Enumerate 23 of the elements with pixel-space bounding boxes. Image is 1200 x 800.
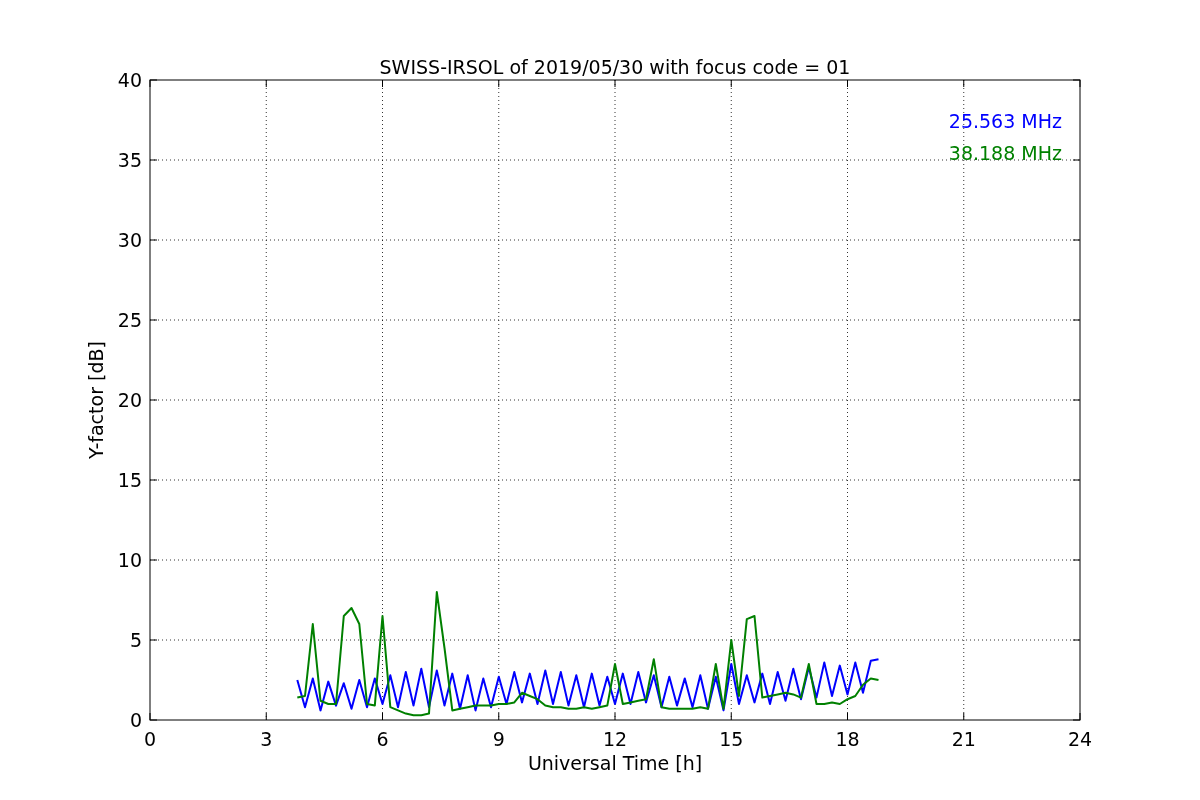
y-tick-label: 35 [117, 149, 142, 171]
y-tick-label: 15 [117, 469, 142, 491]
y-tick-label: 40 [117, 69, 142, 91]
y-tick-label: 30 [117, 229, 142, 251]
x-tick-label: 18 [835, 728, 860, 750]
legend-label: 25.563 MHz [948, 110, 1062, 132]
x-tick-label: 21 [951, 728, 976, 750]
x-tick-label: 0 [143, 728, 157, 750]
y-axis-label: Y-factor [dB] [85, 341, 107, 459]
x-tick-label: 3 [260, 728, 273, 750]
chart-title: SWISS-IRSOL of 2019/05/30 with focus code = 01 [379, 56, 851, 78]
x-tick-label: 15 [719, 728, 744, 750]
y-tick-label: 0 [129, 709, 142, 731]
x-tick-label: 24 [1067, 728, 1093, 750]
y-tick-label: 10 [117, 549, 142, 571]
x-tick-label: 9 [492, 728, 505, 750]
x-axis-label: Universal Time [h] [527, 752, 703, 774]
y-tick-label: 5 [129, 629, 142, 651]
x-tick-label: 12 [602, 728, 628, 750]
x-tick-label: 6 [376, 728, 389, 750]
legend-label: 38.188 MHz [948, 142, 1062, 164]
y-tick-label: 20 [117, 389, 142, 411]
y-tick-label: 25 [117, 309, 142, 331]
